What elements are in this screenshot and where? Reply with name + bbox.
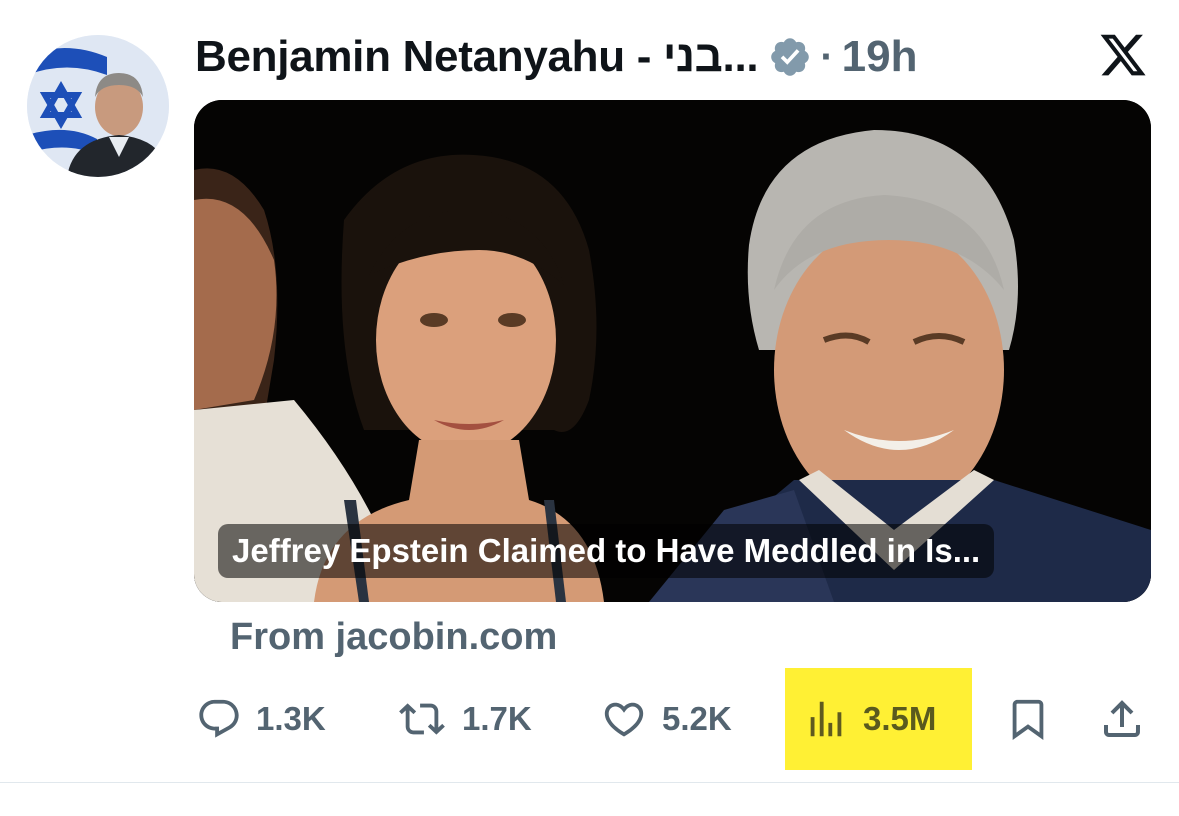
repost-count: 1.7K: [462, 700, 532, 737]
reply-button[interactable]: 1.3K: [196, 668, 326, 770]
reply-icon: [196, 696, 242, 742]
avatar-image: [27, 35, 169, 177]
avatar[interactable]: [27, 35, 169, 177]
tweet: Benjamin Netanyahu - בני... · 19h Jeffre…: [0, 0, 1179, 816]
divider: [0, 782, 1179, 783]
link-card[interactable]: Jeffrey Epstein Claimed to Have Meddled …: [194, 100, 1151, 602]
repost-button[interactable]: 1.7K: [396, 668, 532, 770]
x-logo-icon: [1098, 30, 1148, 80]
like-count: 5.2K: [662, 700, 732, 737]
like-button[interactable]: 5.2K: [600, 668, 732, 770]
repost-icon: [396, 696, 448, 742]
bookmark-button[interactable]: [1005, 668, 1065, 770]
timestamp[interactable]: 19h: [842, 32, 918, 82]
bookmark-icon: [1005, 696, 1051, 742]
reply-count: 1.3K: [256, 700, 326, 737]
card-title: Jeffrey Epstein Claimed to Have Meddled …: [218, 524, 995, 578]
tweet-header: Benjamin Netanyahu - בני... · 19h: [195, 28, 917, 86]
share-button[interactable]: [1098, 668, 1160, 770]
action-bar: 1.3K 1.7K 5.2K 3.5M: [0, 668, 1179, 770]
author-name[interactable]: Benjamin Netanyahu - בני...: [195, 32, 759, 82]
views-count: 3.5M: [863, 700, 937, 737]
views-chart-icon: [803, 696, 849, 742]
card-source[interactable]: From jacobin.com: [230, 616, 557, 659]
share-icon: [1098, 695, 1146, 743]
separator-dot: ·: [820, 34, 834, 79]
views-button[interactable]: 3.5M: [803, 668, 936, 770]
verified-badge-icon: [768, 35, 812, 79]
heart-icon: [600, 696, 648, 742]
